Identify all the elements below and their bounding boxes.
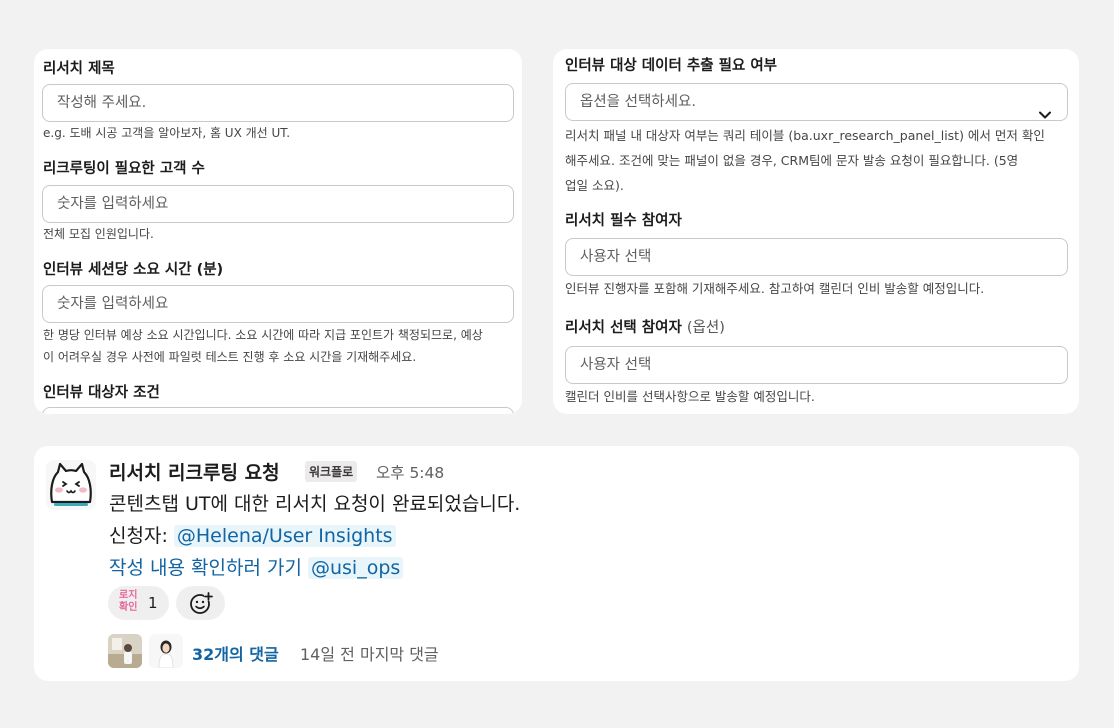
required-participants-help: 인터뷰 진행자를 포함해 기재해주세요. 참고하여 캘린더 인비 발송할 예정입… [565, 281, 985, 296]
field-label-data-extract: 인터뷰 대상 데이터 추출 필요 여부 [565, 58, 777, 74]
optional-tag: (옵션) [686, 320, 725, 336]
session-duration-help-1: 한 명당 인터뷰 예상 소요 시간입니다. 소요 시간에 따라 지급 포인트가 … [43, 328, 483, 342]
session-duration-input[interactable]: 숫자를 입력하세요 [42, 285, 514, 323]
add-emoji-icon [189, 591, 213, 619]
target-conditions-input[interactable] [42, 407, 514, 414]
thread-last-reply: 14일 전 마지막 댓글 [300, 645, 439, 664]
field-label-recruit-count: 리크루팅이 필요한 고객 수 [43, 161, 205, 177]
add-reaction-button[interactable] [176, 586, 225, 620]
data-extract-help: 리서치 패널 내 대상자 여부는 쿼리 테이블 (ba.uxr_research… [565, 123, 1045, 198]
form-card-right: 인터뷰 대상 데이터 추출 필요 여부 옵션을 선택하세요. 리서치 패널 내 … [553, 49, 1079, 414]
message-line-requester: 신청자: @Helena/User Insights [109, 521, 396, 548]
bot-avatar-icon[interactable] [46, 460, 96, 510]
workflow-message: 리서치 리크루팅 요청 워크플로 오후 5:48 콘텐츠탭 UT에 대한 리서치… [34, 446, 1079, 681]
data-extract-help-1: 리서치 패널 내 대상자 여부는 쿼리 테이블 (ba.uxr_research… [565, 128, 1045, 143]
research-title-help: e.g. 도배 시공 고객을 알아보자, 홈 UX 개선 UT. [43, 126, 291, 140]
required-participants-input[interactable]: 사용자 선택 [565, 238, 1068, 276]
workflow-badge: 워크플로 [305, 461, 358, 482]
reaction-rosie-confirm[interactable]: 로지 확인 1 [108, 586, 169, 620]
reaction-count: 1 [148, 594, 158, 612]
optional-participants-input[interactable]: 사용자 선택 [565, 346, 1068, 384]
field-label-target-conditions: 인터뷰 대상자 조건 [43, 385, 160, 401]
review-link[interactable]: 작성 내용 확인하러 가기 [109, 557, 302, 579]
session-duration-help-2: 이 어려우실 경우 사전에 파일럿 테스트 진행 후 소요 시간을 기재해주세요… [43, 350, 417, 364]
recruit-count-input[interactable]: 숫자를 입력하세요 [42, 185, 514, 223]
message-line-1: 콘텐츠탭 UT에 대한 리서치 요청이 완료되었습니다. [109, 493, 521, 515]
optional-participants-label-text: 리서치 선택 참여자 [565, 320, 682, 336]
field-label-optional-participants: 리서치 선택 참여자 (옵션) [565, 316, 725, 337]
replier-avatar-1[interactable] [108, 634, 142, 668]
requester-label: 신청자: [109, 525, 168, 547]
field-label-required-participants: 리서치 필수 참여자 [565, 213, 682, 229]
chevron-down-icon [1039, 97, 1051, 119]
sender-name[interactable]: 리서치 리크루팅 요청 [109, 458, 280, 485]
research-title-input[interactable]: 작성해 주세요. [42, 84, 514, 122]
requester-mention[interactable]: @Helena/User Insights [173, 525, 396, 547]
form-card-left: 리서치 제목 작성해 주세요. e.g. 도배 시공 고객을 알아보자, 홈 U… [34, 49, 522, 414]
data-extract-selected-value: 옵션을 선택하세요. [580, 94, 696, 110]
thread-reply-count[interactable]: 32개의 댓글 [192, 641, 279, 665]
optional-participants-help: 캘린더 인비를 선택사항으로 발송할 예정입니다. [565, 389, 815, 404]
recruit-count-help: 전체 모집 인원입니다. [43, 227, 154, 241]
data-extract-help-2: 해주세요. 조건에 맞는 패널이 없을 경우, CRM팀에 문자 발송 요청이 … [565, 153, 1019, 168]
rosie-confirm-emoji-icon: 로지 확인 [119, 590, 137, 614]
emoji-text-line-2: 확인 [119, 602, 138, 613]
message-timestamp[interactable]: 오후 5:48 [376, 461, 444, 483]
field-label-session-duration: 인터뷰 세션당 소요 시간 (분) [43, 262, 224, 278]
ops-mention[interactable]: @usi_ops [307, 557, 404, 579]
message-line-link: 작성 내용 확인하러 가기 @usi_ops [109, 553, 404, 580]
replier-avatar-2[interactable] [149, 634, 183, 668]
data-extract-help-3: 업일 소요). [565, 178, 624, 193]
emoji-text-line-1: 로지 [119, 590, 138, 601]
field-label-research-title: 리서치 제목 [43, 61, 115, 77]
data-extract-select[interactable]: 옵션을 선택하세요. [565, 83, 1068, 121]
